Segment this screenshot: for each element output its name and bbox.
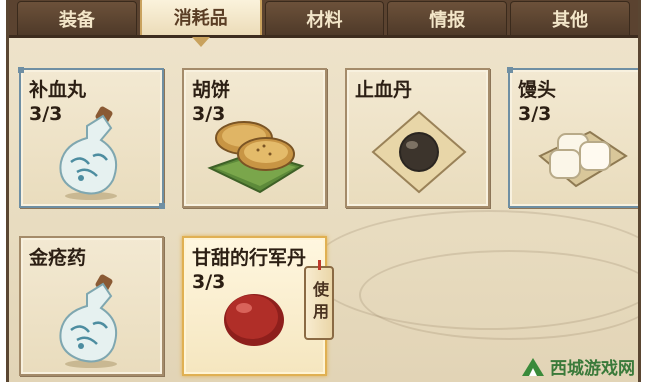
category-tab-bar: 装备 消耗品 材料 情报 其他 bbox=[9, 0, 638, 47]
watermark: 西城游戏网 bbox=[520, 354, 635, 379]
slot-corner bbox=[507, 67, 513, 73]
tab-other[interactable]: 其他 bbox=[510, 1, 630, 35]
watermark-text: 西城游戏网 bbox=[550, 359, 635, 378]
item-name: 胡饼 bbox=[192, 79, 231, 101]
tab-label: 消耗品 bbox=[173, 8, 228, 29]
map-decoration bbox=[359, 250, 638, 340]
use-button-label: 使用 bbox=[310, 281, 329, 325]
slot-corner bbox=[159, 203, 165, 209]
tab-equipment[interactable]: 装备 bbox=[17, 1, 137, 35]
notice-marker bbox=[317, 260, 321, 270]
inventory-panel: 装备 消耗品 材料 情报 其他 补血丸 3/3 胡饼 3/3 止血丹 馒头 3/… bbox=[6, 0, 641, 382]
slot-corner bbox=[18, 67, 24, 73]
item-name: 补血丸 bbox=[29, 79, 87, 101]
item-name: 甘甜的行军丹 bbox=[192, 247, 307, 269]
porcelain-bottle-icon bbox=[59, 274, 117, 368]
item-slot-jin-chuang-yao[interactable]: 金疮药 bbox=[19, 236, 164, 376]
watermark-logo-icon bbox=[522, 357, 544, 376]
item-name: 止血丹 bbox=[355, 79, 413, 101]
item-name: 馒头 bbox=[518, 79, 557, 101]
tab-label: 其他 bbox=[552, 9, 589, 31]
tab-consumables[interactable]: 消耗品 bbox=[139, 0, 262, 47]
red-pill-icon bbox=[224, 294, 284, 346]
item-slot-man-tou[interactable]: 馒头 3/3 bbox=[507, 67, 638, 208]
item-name: 金疮药 bbox=[29, 247, 87, 269]
active-tab-indicator bbox=[191, 37, 210, 47]
black-pill-icon bbox=[371, 110, 467, 194]
flatbread-icon bbox=[207, 121, 305, 194]
use-button[interactable]: 使用 bbox=[304, 260, 334, 340]
tab-materials[interactable]: 材料 bbox=[264, 1, 385, 35]
tab-intel[interactable]: 情报 bbox=[387, 1, 508, 35]
item-slot-bu-xue-wan[interactable]: 补血丸 3/3 bbox=[18, 67, 165, 209]
item-slot-hu-bing[interactable]: 胡饼 3/3 bbox=[182, 68, 327, 208]
steamed-bun-icon bbox=[538, 130, 628, 188]
tab-label: 情报 bbox=[429, 9, 466, 31]
item-slot-zhi-xue-dan[interactable]: 止血丹 bbox=[345, 68, 490, 208]
tab-label: 装备 bbox=[58, 9, 95, 31]
porcelain-bottle-icon bbox=[59, 106, 117, 200]
tab-label: 材料 bbox=[306, 9, 343, 31]
